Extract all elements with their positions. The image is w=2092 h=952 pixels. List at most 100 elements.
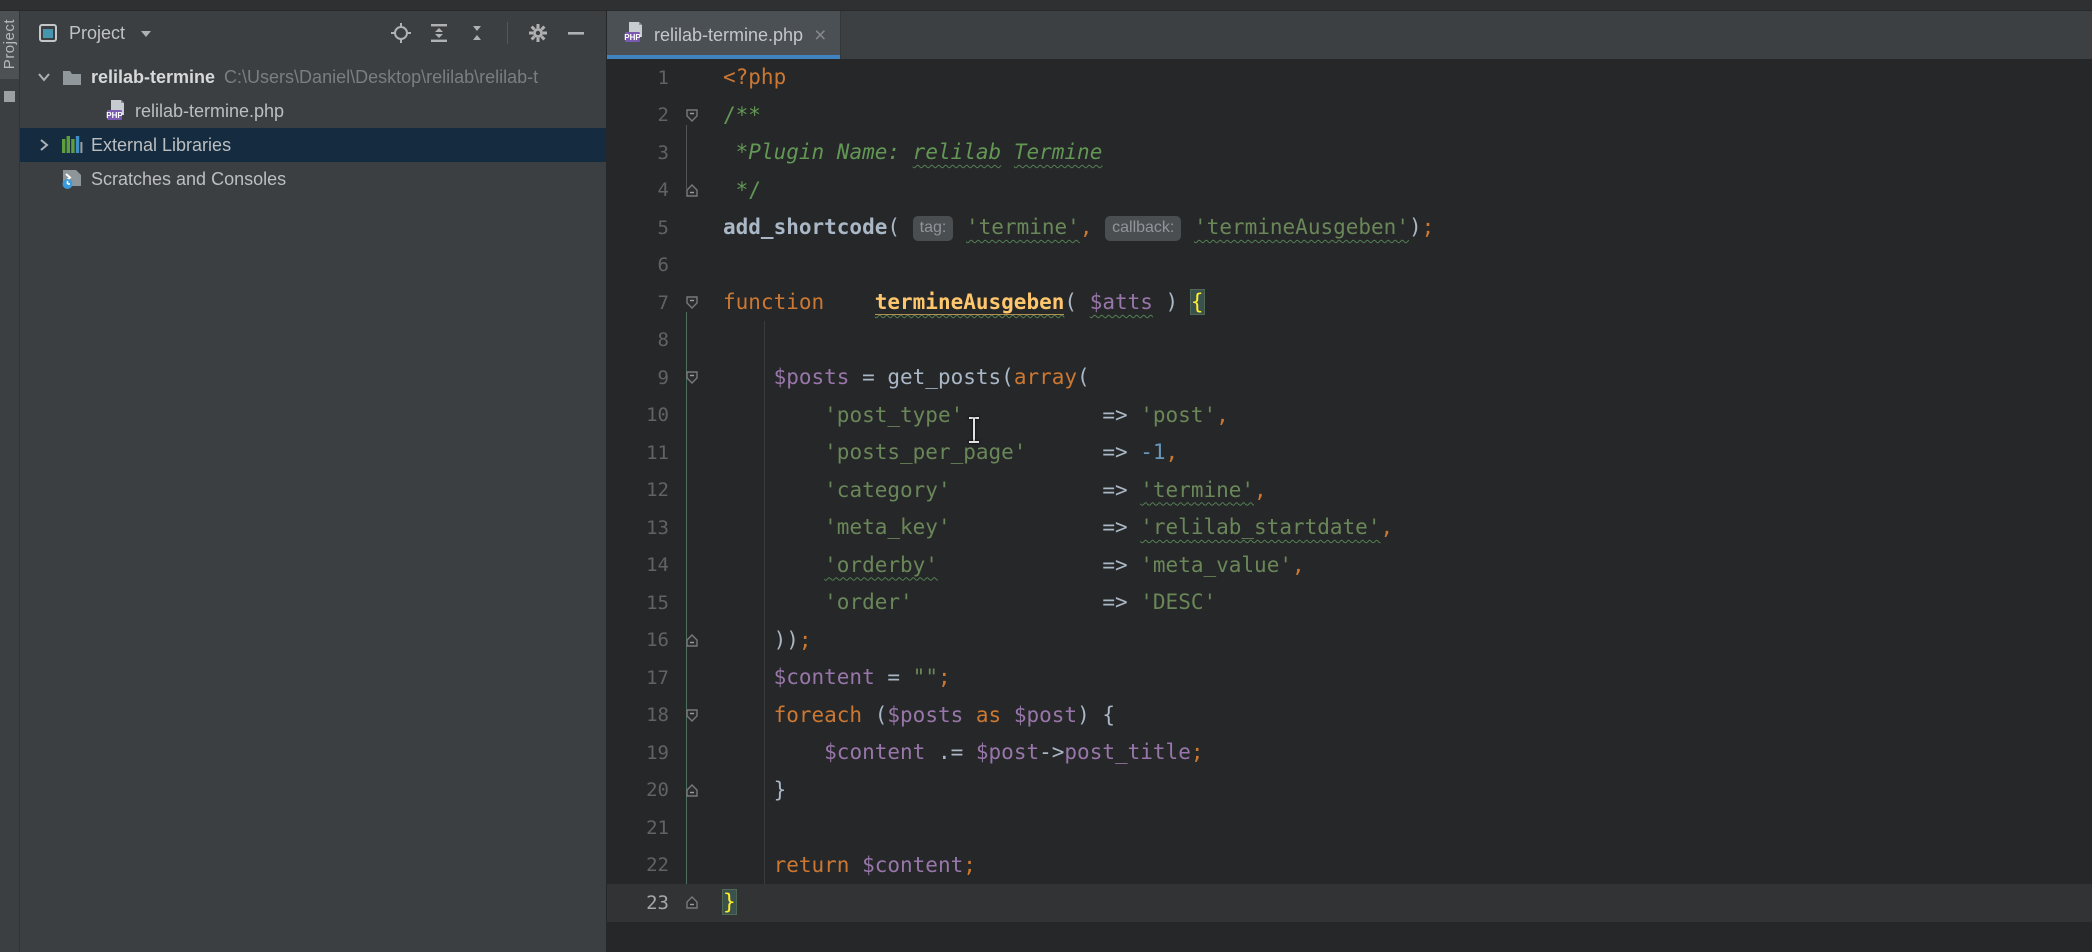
code-line-20[interactable]: 20 } [607,772,2092,810]
code-text: $content = ""; [715,659,951,697]
tree-item-label: External Libraries [91,135,231,156]
fold-gutter [669,59,715,97]
code-line-4[interactable]: 4 */ [607,172,2092,210]
fold-gutter [669,659,715,697]
line-number: 9 [607,367,669,389]
line-number: 5 [607,217,669,239]
code-line-11[interactable]: 11 'posts_per_page' => -1, [607,434,2092,472]
code-line-10[interactable]: 10 'post_type' => 'post', [607,397,2092,435]
code-text: *Plugin Name: relilab Termine [715,134,1102,172]
code-text: return $content; [715,847,976,885]
line-number: 12 [607,479,669,501]
window-top-strip [0,0,2092,11]
code-text: 'orderby' => 'meta_value', [715,547,1305,585]
fold-gutter [669,472,715,510]
code-line-8[interactable]: 8 [607,322,2092,360]
line-number: 22 [607,854,669,876]
line-number: 11 [607,442,669,464]
fold-gutter [669,584,715,622]
tree-item-relilab-termine-php[interactable]: PHPrelilab-termine.php [20,94,606,128]
code-line-9[interactable]: 9 $posts = get_posts(array( [607,359,2092,397]
line-number: 18 [607,704,669,726]
settings-icon[interactable] [526,21,550,45]
line-number: 16 [607,629,669,651]
code-text: add_shortcode( tag: 'termine', callback:… [715,209,1434,247]
tool-window-button-label: Project [1,19,18,69]
tree-item-scratches-and-consoles[interactable]: Scratches and Consoles [20,162,606,196]
editor-tab-bar: PHP relilab-termine.php × [607,11,2092,59]
code-line-1[interactable]: 1<?php [607,59,2092,97]
line-number: 21 [607,817,669,839]
code-line-3[interactable]: 3 *Plugin Name: relilab Termine [607,134,2092,172]
fold-gutter [669,397,715,435]
tree-item-relilab-termine[interactable]: relilab-termineC:\Users\Daniel\Desktop\r… [20,60,606,94]
fold-marker-icon[interactable] [669,884,715,922]
code-line-22[interactable]: 22 return $content; [607,847,2092,885]
chevron-right-icon[interactable] [30,137,58,153]
expand-all-icon[interactable] [427,21,451,45]
code-line-7[interactable]: 7function termineAusgeben( $atts ) { [607,284,2092,322]
code-text: $content .= $post->post_title; [715,734,1204,772]
code-line-6[interactable]: 6 [607,247,2092,285]
tab-relilab-termine-php[interactable]: PHP relilab-termine.php × [607,11,841,59]
hide-icon[interactable] [564,21,588,45]
fold-marker-icon[interactable] [669,284,715,322]
line-number: 3 [607,142,669,164]
tool-window-button-project[interactable]: Project [0,11,19,79]
code-line-19[interactable]: 19 $content .= $post->post_title; [607,734,2092,772]
code-text: } [715,772,786,810]
code-line-2[interactable]: 2/** [607,97,2092,135]
code-line-16[interactable]: 16 )); [607,622,2092,660]
code-line-12[interactable]: 12 'category' => 'termine', [607,472,2092,510]
fold-marker-icon[interactable] [669,622,715,660]
fold-marker-icon[interactable] [669,359,715,397]
tab-close-icon[interactable]: × [814,25,826,46]
folder-icon [58,68,86,86]
fold-gutter [669,547,715,585]
code-editor[interactable]: 1<?php2/**3 *Plugin Name: relilab Termin… [607,59,2092,952]
code-text: $posts = get_posts(array( [715,359,1090,397]
code-line-21[interactable]: 21 [607,809,2092,847]
svg-text:PHP: PHP [624,33,641,42]
tree-item-label: relilab-termine [91,67,215,88]
line-number: 13 [607,517,669,539]
code-line-23[interactable]: 23} [607,884,2092,922]
fold-marker-icon[interactable] [669,172,715,210]
fold-gutter [669,434,715,472]
collapse-all-icon[interactable] [465,21,489,45]
fold-gutter [669,322,715,360]
code-text: function termineAusgeben( $atts ) { [715,284,1204,322]
code-text: 'order' => 'DESC' [715,584,1216,622]
tree-item-external-libraries[interactable]: External Libraries [20,128,606,162]
line-number: 23 [607,892,669,914]
tool-window-square-icon [4,91,15,102]
code-line-14[interactable]: 14 'orderby' => 'meta_value', [607,547,2092,585]
line-number: 20 [607,779,669,801]
fold-gutter [669,509,715,547]
php-file-icon: PHP [623,21,645,50]
project-view-icon [36,21,60,45]
tree-item-label: relilab-termine.php [135,101,284,122]
code-text: )); [715,622,812,660]
chevron-down-icon[interactable] [30,69,58,85]
line-number: 1 [607,67,669,89]
line-number: 15 [607,592,669,614]
fold-marker-icon[interactable] [669,97,715,135]
code-line-18[interactable]: 18 foreach ($posts as $post) { [607,697,2092,735]
tree-item-label: Scratches and Consoles [91,169,286,190]
line-number: 4 [607,179,669,201]
fold-marker-icon[interactable] [669,697,715,735]
fold-marker-icon[interactable] [669,772,715,810]
fold-gutter [669,209,715,247]
code-text: /** [715,97,761,135]
code-line-13[interactable]: 13 'meta_key' => 'relilab_startdate', [607,509,2092,547]
parameter-hint: callback: [1105,216,1181,241]
chevron-down-icon[interactable] [134,21,158,45]
code-line-17[interactable]: 17 $content = ""; [607,659,2092,697]
code-line-15[interactable]: 15 'order' => 'DESC' [607,584,2092,622]
code-line-5[interactable]: 5 add_shortcode( tag: 'termine', callback… [607,209,2092,247]
editor-area: PHP relilab-termine.php × 1<?php2/**3 *P… [607,11,2092,952]
line-number: 10 [607,404,669,426]
code-text: 'post_type' => 'post', [715,397,1229,435]
locate-icon[interactable] [389,21,413,45]
